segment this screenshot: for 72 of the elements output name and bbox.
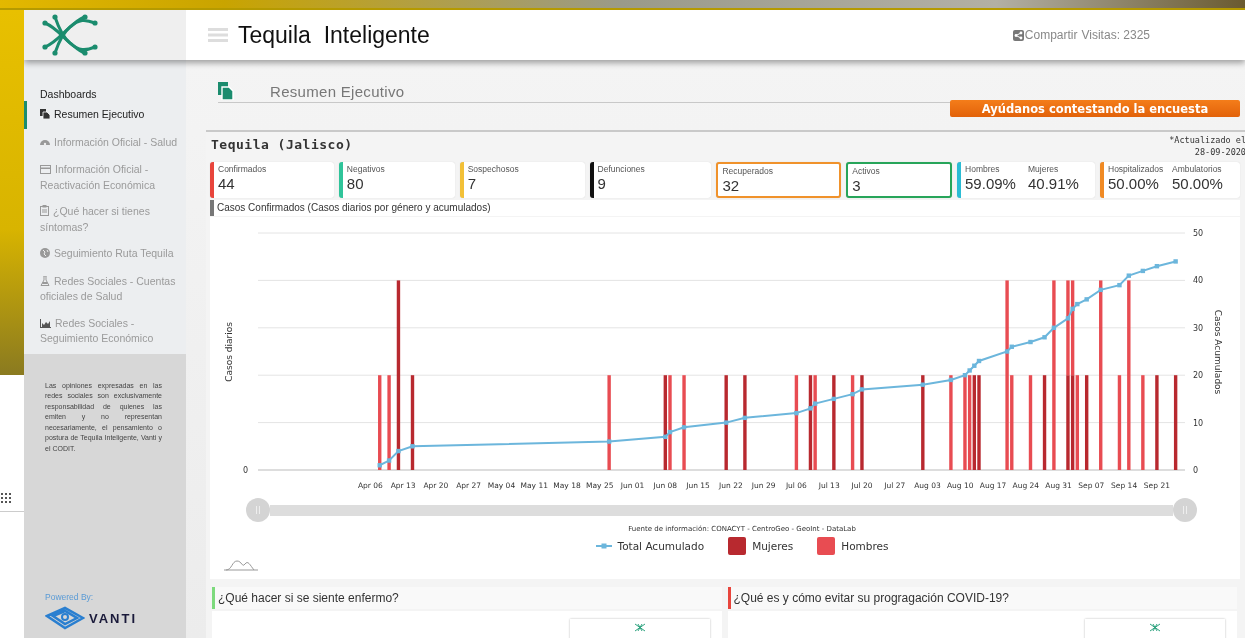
sidebar-item[interactable]: Redes Sociales - Seguimiento Económico bbox=[24, 309, 186, 352]
logo-icon bbox=[41, 13, 99, 57]
legend-item[interactable]: Mujeres bbox=[728, 537, 794, 555]
legend-item[interactable]: Total Acumulado bbox=[595, 540, 705, 552]
card-icon bbox=[40, 165, 51, 174]
sidebar-item[interactable]: ¿Qué hacer si tienes síntomas? bbox=[24, 198, 186, 240]
legend-item[interactable]: Hombres bbox=[817, 537, 889, 555]
flask-icon bbox=[40, 275, 50, 286]
share-link[interactable]: Compartir bbox=[1012, 28, 1078, 42]
axis-tick-label: 10 bbox=[1193, 418, 1204, 428]
menu-icon[interactable] bbox=[208, 28, 228, 42]
globe-icon bbox=[40, 248, 50, 258]
logo-icon bbox=[633, 623, 646, 632]
copy-icon bbox=[40, 109, 50, 119]
card-title: ¿Qué es y cómo evitar su progragación COVID-19? bbox=[727, 587, 1237, 609]
axis-title: Casos diarios bbox=[224, 322, 234, 382]
metric-label: Hospitalizados bbox=[1108, 164, 1165, 174]
powered-by-label: Powered By: bbox=[45, 592, 95, 602]
updated-date: *Actualizado el 28-09-2020 bbox=[1168, 134, 1245, 158]
metric-label: Mujeres bbox=[1028, 164, 1060, 174]
metric-value: 32 bbox=[722, 177, 741, 194]
page-title: Resumen Ejecutivo bbox=[270, 82, 405, 100]
metric-label: Sospechosos bbox=[467, 164, 520, 174]
visit-count: Visitas: 2325 bbox=[1081, 28, 1150, 42]
metric-label: Defunciones bbox=[597, 164, 646, 174]
chart-title: Casos Confirmados (Casos diarios por género y acumulados) bbox=[210, 200, 1240, 216]
metric-value: 7 bbox=[467, 175, 477, 192]
metric-label: Hombres bbox=[965, 164, 1001, 174]
wave-icon bbox=[224, 559, 258, 571]
sidebar-item[interactable]: Seguimiento Ruta Tequila bbox=[24, 240, 186, 268]
metric-label: Negativos bbox=[346, 164, 386, 174]
metric-value: 44 bbox=[218, 175, 236, 192]
metric-value: 40.91% bbox=[1028, 175, 1080, 192]
clipboard-icon bbox=[40, 205, 49, 216]
axis-tick-label: 20 bbox=[1193, 371, 1204, 381]
metric-value: 50.00% bbox=[1172, 175, 1224, 192]
brand-name: VANTI bbox=[89, 610, 138, 626]
axis-tick-label: 50 bbox=[1193, 229, 1204, 238]
region-title: Tequila (Jalisco) bbox=[211, 137, 353, 152]
legend-line-icon bbox=[595, 542, 612, 550]
sidebar-item[interactable]: Información Oficial - Salud bbox=[24, 128, 186, 156]
sidebar-item[interactable]: Redes Sociales - Cuentas oficiales de Salud bbox=[24, 267, 186, 310]
survey-button[interactable]: Ayúdanos contestando la encuesta bbox=[950, 100, 1240, 117]
legend-swatch-icon bbox=[817, 537, 836, 555]
share-icon bbox=[1012, 29, 1024, 41]
sidebar-item[interactable]: Información Oficial - Reactivación Económica bbox=[24, 156, 186, 198]
axis-tick-label: 0 bbox=[242, 466, 248, 475]
metric-value: 9 bbox=[597, 175, 607, 192]
metric-value: 80 bbox=[346, 175, 365, 192]
slider-handle[interactable] bbox=[246, 498, 270, 522]
axis-tick-label: 30 bbox=[1193, 323, 1204, 333]
logo-icon bbox=[1149, 623, 1161, 632]
metric-value: 59.09% bbox=[965, 175, 1017, 192]
slider-handle[interactable] bbox=[1173, 498, 1197, 522]
metric-label: Recuperados bbox=[722, 166, 774, 176]
metric-label: Activos bbox=[852, 166, 881, 176]
metric-value: 3 bbox=[852, 177, 862, 194]
spiral-logo-icon bbox=[45, 606, 85, 630]
chart-icon bbox=[40, 318, 51, 328]
range-slider-track[interactable] bbox=[270, 504, 1173, 516]
grid-icon bbox=[1, 493, 11, 503]
app-title: Tequila Inteligente bbox=[238, 21, 430, 49]
metric-label: Confirmados bbox=[218, 164, 268, 174]
axis-tick-label: 40 bbox=[1193, 276, 1204, 286]
card-title: ¿Qué hacer si se siente enfermo? bbox=[212, 587, 722, 609]
document-copy-icon bbox=[218, 82, 234, 100]
axis-title: Casos Acumulados bbox=[1213, 309, 1223, 395]
metric-label: Ambulatorios bbox=[1172, 164, 1223, 174]
axis-tick-label: 0 bbox=[1193, 466, 1199, 475]
section-heading: Dashboards bbox=[39, 87, 98, 101]
metric-value: 50.00% bbox=[1108, 175, 1160, 192]
legend-swatch-icon bbox=[728, 537, 747, 555]
